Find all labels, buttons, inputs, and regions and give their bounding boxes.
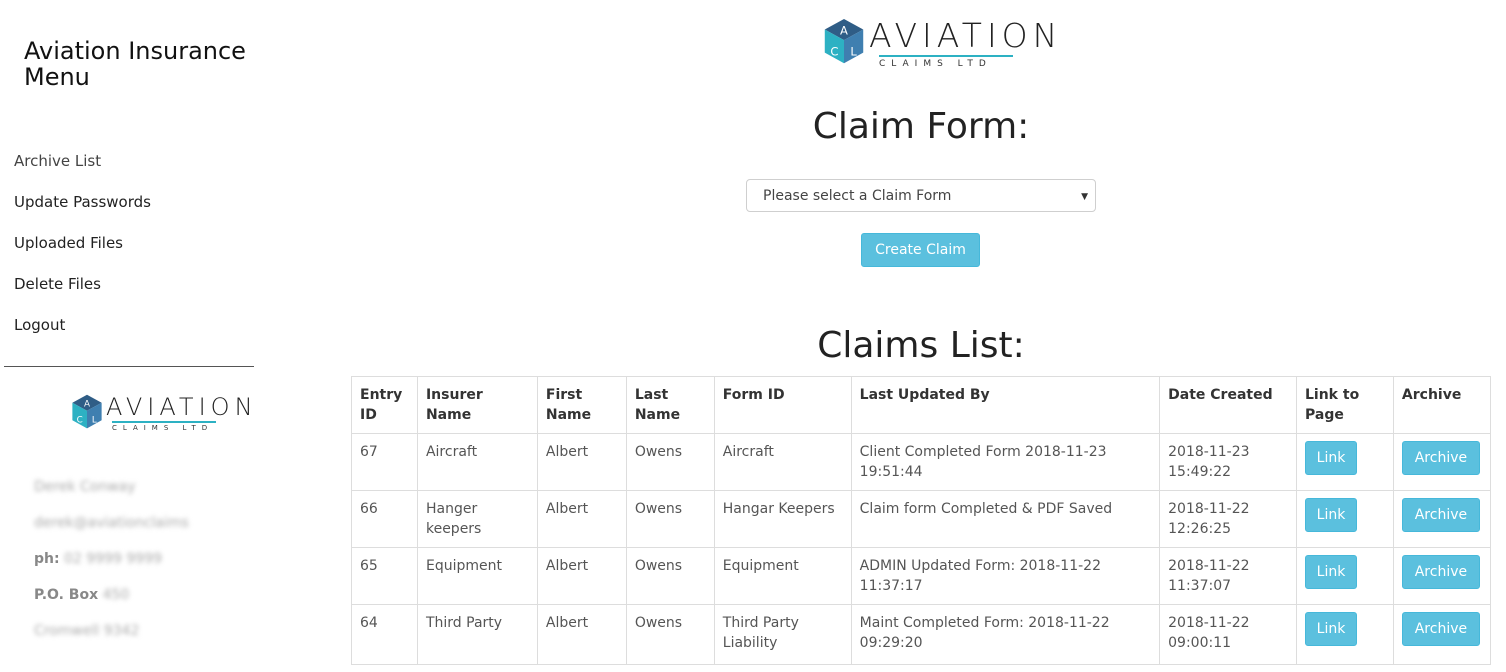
cell-last-name: Owens [625, 547, 715, 605]
contact-po-box: 450 [102, 587, 130, 603]
cell-archive: Archive [1392, 547, 1492, 605]
table-row: 67 Aircraft Albert Owens Aircraft Client… [351, 433, 1492, 491]
cell-link: Link [1296, 604, 1394, 665]
phone-label: ph: [34, 551, 60, 567]
logo-subtitle: CLAIMS LTD [112, 421, 216, 432]
cell-date-created: 2018-11-22 09:00:11 [1159, 604, 1297, 665]
column-header: Date Created [1159, 376, 1297, 434]
link-button[interactable]: Link [1305, 555, 1357, 589]
nav-archive-list[interactable]: Archive List [14, 150, 151, 191]
column-header: Link to Page [1296, 376, 1394, 434]
sidebar-logo: A C L AVIATION CLAIMS LTD [68, 393, 258, 433]
logo-subtitle: CLAIMS LTD [879, 55, 1013, 69]
po-box-label: P.O. Box [34, 587, 99, 603]
svg-text:C: C [830, 45, 838, 59]
svg-text:C: C [77, 416, 83, 426]
cell-entry-id: 65 [351, 547, 418, 605]
sidebar-divider [4, 366, 254, 367]
cell-insurer: Equipment [416, 547, 538, 605]
cell-entry-id: 66 [351, 490, 418, 548]
claim-form-select[interactable]: Please select a Claim Form ▼ [746, 179, 1096, 212]
sidebar-title: Aviation Insurance Menu [24, 37, 246, 91]
cell-updated-by: Maint Completed Form: 2018-11-22 09:29:2… [850, 604, 1161, 665]
column-header: Last Name [625, 376, 715, 434]
cell-form-id: Third Party Liability [713, 604, 852, 665]
table-row: 65 Equipment Albert Owens Equipment ADMI… [351, 547, 1492, 605]
archive-button[interactable]: Archive [1401, 612, 1480, 646]
header-logo: A C L AVIATION CLAIMS LTD [819, 17, 1062, 69]
svg-text:A: A [84, 399, 90, 409]
claims-table: Entry ID Insurer Name First Name Last Na… [351, 376, 1492, 665]
cell-date-created: 2018-11-22 11:37:07 [1159, 547, 1297, 605]
cell-updated-by: Client Completed Form 2018-11-23 19:51:4… [850, 433, 1161, 491]
column-header: Insurer Name [416, 376, 538, 434]
archive-button[interactable]: Archive [1401, 555, 1480, 589]
link-button[interactable]: Link [1305, 612, 1357, 646]
column-header: Archive [1392, 376, 1492, 434]
contact-phone: 02 9999 9999 [64, 551, 163, 567]
link-button[interactable]: Link [1305, 498, 1357, 532]
archive-button[interactable]: Archive [1401, 441, 1480, 475]
cell-date-created: 2018-11-22 12:26:25 [1159, 490, 1297, 548]
column-header: Last Updated By [850, 376, 1161, 434]
svg-text:L: L [850, 45, 857, 59]
svg-text:A: A [840, 23, 848, 37]
column-header: Form ID [713, 376, 852, 434]
cell-updated-by: ADMIN Updated Form: 2018-11-22 11:37:17 [850, 547, 1161, 605]
svg-text:L: L [92, 416, 97, 426]
cell-first-name: Albert [536, 490, 627, 548]
cell-insurer: Aircraft [416, 433, 538, 491]
cell-link: Link [1296, 547, 1394, 605]
cell-updated-by: Claim form Completed & PDF Saved [850, 490, 1161, 548]
cell-first-name: Albert [536, 547, 627, 605]
cell-entry-id: 67 [351, 433, 418, 491]
claims-list-heading: Claims List: [817, 325, 1025, 366]
cell-form-id: Aircraft [713, 433, 852, 491]
table-header-row: Entry ID Insurer Name First Name Last Na… [351, 376, 1492, 434]
cell-link: Link [1296, 490, 1394, 548]
column-header: First Name [536, 376, 627, 434]
logo-wordmark: AVIATION [869, 16, 1063, 55]
acl-cube-logo-icon: A C L [824, 18, 864, 64]
sidebar-contact: Derek Conway derek@aviationclaims ph: 02… [34, 478, 189, 658]
acl-cube-logo-icon: A C L [72, 394, 102, 429]
column-header: Entry ID [351, 376, 418, 434]
contact-email: derek@aviationclaims [34, 515, 189, 531]
caret-down-icon: ▼ [1081, 192, 1088, 202]
table-row: 66 Hanger keepers Albert Owens Hangar Ke… [351, 490, 1492, 548]
cell-archive: Archive [1392, 604, 1492, 665]
contact-address: Cromwell 9342 [34, 623, 140, 639]
cell-last-name: Owens [625, 604, 715, 665]
cell-date-created: 2018-11-23 15:49:22 [1159, 433, 1297, 491]
archive-button[interactable]: Archive [1401, 498, 1480, 532]
claim-form-select-value: Please select a Claim Form [763, 188, 952, 204]
contact-name: Derek Conway [34, 479, 136, 495]
logo-wordmark: AVIATION [106, 393, 258, 421]
nav-uploaded-files[interactable]: Uploaded Files [14, 232, 151, 273]
cell-archive: Archive [1392, 433, 1492, 491]
cell-form-id: Hangar Keepers [713, 490, 852, 548]
cell-form-id: Equipment [713, 547, 852, 605]
nav-delete-files[interactable]: Delete Files [14, 273, 151, 314]
create-claim-button[interactable]: Create Claim [861, 233, 980, 267]
cell-last-name: Owens [625, 490, 715, 548]
cell-entry-id: 64 [351, 604, 418, 665]
nav-update-passwords[interactable]: Update Passwords [14, 191, 151, 232]
claim-form-heading: Claim Form: [812, 106, 1030, 147]
cell-first-name: Albert [536, 604, 627, 665]
cell-last-name: Owens [625, 433, 715, 491]
cell-insurer: Third Party [416, 604, 538, 665]
link-button[interactable]: Link [1305, 441, 1357, 475]
cell-first-name: Albert [536, 433, 627, 491]
cell-link: Link [1296, 433, 1394, 491]
cell-insurer: Hanger keepers [416, 490, 538, 548]
cell-archive: Archive [1392, 490, 1492, 548]
table-row: 64 Third Party Albert Owens Third Party … [351, 604, 1492, 665]
